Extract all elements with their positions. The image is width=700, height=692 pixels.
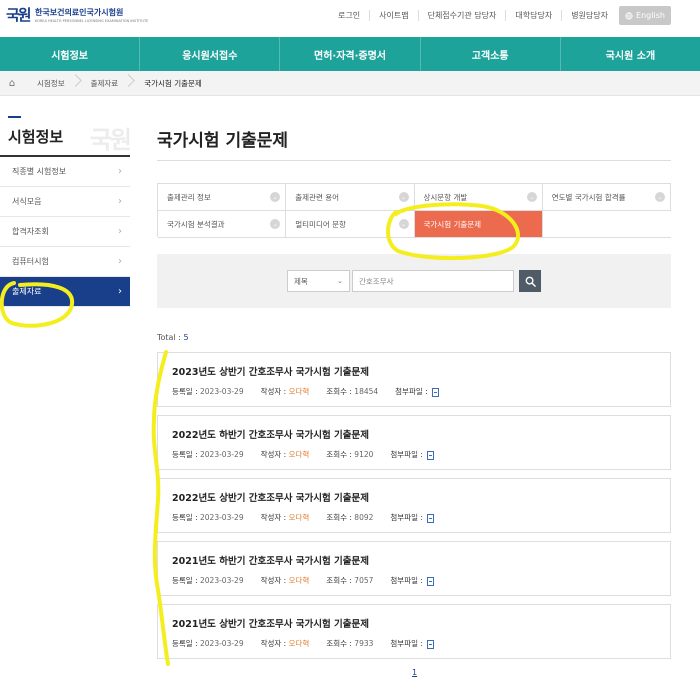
chevron-right-icon: › <box>118 166 122 177</box>
nav-exam-info[interactable]: 시험정보 <box>0 37 139 71</box>
university-link[interactable]: 대학담당자 <box>505 10 561 21</box>
category-tabs: 출제관리 정보 ⌄ 출제관련 용어 ⌄ 상시문항 개발 ⌄ 연도별 국가시험 합격률 ⌄… <box>157 183 671 238</box>
file-icon[interactable] <box>427 639 435 649</box>
search-input[interactable]: 간호조무사 <box>352 270 514 292</box>
search-button[interactable] <box>519 270 541 292</box>
sidebar-item-exam-info[interactable]: 직종별 시험정보 › <box>0 157 130 187</box>
login-link[interactable]: 로그인 <box>329 10 369 21</box>
globe-icon <box>625 11 633 20</box>
tab-pass-rate[interactable]: 연도별 국가시험 합격률 ⌄ <box>542 184 671 211</box>
list-item-title[interactable]: 2022년도 상반기 간호조무사 국가시험 기출문제 <box>172 490 670 504</box>
list-item[interactable]: 2022년도 하반기 간호조무사 국가시험 기출문제 등록일 : 2023-03… <box>157 415 671 470</box>
search-field-select[interactable]: 제목 ⌄ <box>287 270 350 292</box>
file-icon[interactable] <box>427 450 435 460</box>
group-agency-link[interactable]: 단체접수기관 담당자 <box>417 10 506 21</box>
tab-item-development[interactable]: 상시문항 개발 ⌄ <box>414 184 543 211</box>
result-list: 2023년도 상반기 간호조무사 국가시험 기출문제 등록일 : 2023-03… <box>157 352 671 667</box>
chevron-down-icon: ⌄ <box>526 192 537 202</box>
file-icon[interactable] <box>427 513 435 523</box>
sidebar-item-cbt[interactable]: 컴퓨터시험 › <box>0 247 130 277</box>
file-icon[interactable] <box>432 387 440 397</box>
chevron-down-icon: ⌄ <box>655 192 665 202</box>
sidebar-item-pass-lookup[interactable]: 합격자조회 › <box>0 217 130 247</box>
chevron-down-icon: ⌄ <box>337 277 343 285</box>
sidebar-item-forms[interactable]: 서식모음 › <box>0 187 130 217</box>
nav-about[interactable]: 국시원 소개 <box>559 37 700 71</box>
logo-name: 한국보건의료인국가시험원 <box>35 8 124 17</box>
list-item[interactable]: 2022년도 상반기 간호조무사 국가시험 기출문제 등록일 : 2023-03… <box>157 478 671 533</box>
hospital-link[interactable]: 병원담당자 <box>561 10 617 21</box>
chevron-down-icon: ⌄ <box>270 219 281 229</box>
tab-empty <box>542 211 671 238</box>
tab-past-exams[interactable]: 국가시험 기출문제 <box>414 211 543 238</box>
main-nav: 시험정보 응시원서접수 면허·자격·증명서 고객소통 국시원 소개 <box>0 37 700 71</box>
logo-english-name: KOREA HEALTH PERSONNEL LICENSING EXAMINA… <box>35 19 149 23</box>
list-item-title[interactable]: 2023년도 상반기 간호조무사 국가시험 기출문제 <box>172 364 670 378</box>
utility-links: 로그인 사이트맵 단체접수기관 담당자 대학담당자 병원담당자 <box>329 10 617 21</box>
site-logo[interactable]: 국원 한국보건의료인국가시험원 KOREA HEALTH PERSONNEL L… <box>6 4 148 26</box>
sitemap-link[interactable]: 사이트맵 <box>369 10 417 21</box>
search-panel: 제목 ⌄ 간호조무사 <box>157 254 671 308</box>
page-title: 국가시험 기출문제 <box>157 131 289 151</box>
chevron-right-icon: › <box>118 196 122 207</box>
nav-license[interactable]: 면허·자격·증명서 <box>279 37 419 71</box>
breadcrumb-current: 국가시험 기출문제 <box>144 78 202 88</box>
tab-exam-management[interactable]: 출제관리 정보 ⌄ <box>158 184 287 211</box>
english-label: English <box>636 11 665 20</box>
top-bar: 국원 한국보건의료인국가시험원 KOREA HEALTH PERSONNEL L… <box>0 0 700 36</box>
sidebar: 시험정보 국원 직종별 시험정보 › 서식모음 › 합격자조회 › 컴퓨터시험 › 출제… <box>0 116 132 307</box>
list-item-meta: 등록일 : 2023-03-29 작성자 : 오다혁 조회수 : 7057 첨부… <box>172 575 670 586</box>
total-count: Total : 5 <box>157 333 189 342</box>
chevron-down-icon: ⌄ <box>398 219 409 229</box>
list-item-title[interactable]: 2021년도 상반기 간호조무사 국가시험 기출문제 <box>172 616 670 630</box>
chevron-right-icon: › <box>118 256 122 267</box>
nav-application[interactable]: 응시원서접수 <box>139 37 279 71</box>
home-icon[interactable]: ⌂ <box>0 78 24 89</box>
list-item[interactable]: 2023년도 상반기 간호조무사 국가시험 기출문제 등록일 : 2023-03… <box>157 352 671 407</box>
tab-analysis[interactable]: 국가시험 분석결과 ⌄ <box>158 211 287 238</box>
breadcrumb-exam-info[interactable]: 시험정보 <box>24 78 78 89</box>
chevron-down-icon: ⌄ <box>398 192 409 202</box>
list-item-meta: 등록일 : 2023-03-29 작성자 : 오다혁 조회수 : 9120 첨부… <box>172 449 670 460</box>
search-icon <box>525 276 536 287</box>
sidebar-title: 시험정보 국원 <box>8 126 132 155</box>
chevron-right-icon: › <box>118 286 122 297</box>
page-number[interactable]: 1 <box>412 668 417 677</box>
list-item-meta: 등록일 : 2023-03-29 작성자 : 오다혁 조회수 : 7933 첨부… <box>172 638 670 649</box>
chevron-down-icon: ⌄ <box>270 192 281 202</box>
english-button[interactable]: English <box>619 6 671 25</box>
sidebar-item-materials[interactable]: 출제자료 › <box>0 277 130 307</box>
list-item[interactable]: 2021년도 하반기 간호조무사 국가시험 기출문제 등록일 : 2023-03… <box>157 541 671 596</box>
list-item-meta: 등록일 : 2023-03-29 작성자 : 오다혁 조회수 : 18454 첨… <box>172 386 670 397</box>
title-divider <box>157 160 671 161</box>
file-icon[interactable] <box>427 576 435 586</box>
breadcrumb: ⌂ 시험정보 출제자료 국가시험 기출문제 <box>0 71 700 96</box>
sidebar-watermark: 국원 <box>89 126 132 154</box>
tab-multimedia[interactable]: 멀티미디어 문항 ⌄ <box>286 211 415 238</box>
list-item[interactable]: 2021년도 상반기 간호조무사 국가시험 기출문제 등록일 : 2023-03… <box>157 604 671 659</box>
sidebar-accent <box>8 116 21 118</box>
list-item-meta: 등록일 : 2023-03-29 작성자 : 오다혁 조회수 : 8092 첨부… <box>172 512 670 523</box>
list-item-title[interactable]: 2022년도 하반기 간호조무사 국가시험 기출문제 <box>172 427 670 441</box>
breadcrumb-materials[interactable]: 출제자료 <box>78 78 132 89</box>
nav-customer[interactable]: 고객소통 <box>419 37 560 71</box>
chevron-right-icon: › <box>118 226 122 237</box>
list-item-title[interactable]: 2021년도 하반기 간호조무사 국가시험 기출문제 <box>172 553 670 567</box>
logo-mark: 국원 <box>6 6 32 24</box>
tab-terms[interactable]: 출제관련 용어 ⌄ <box>286 184 415 211</box>
